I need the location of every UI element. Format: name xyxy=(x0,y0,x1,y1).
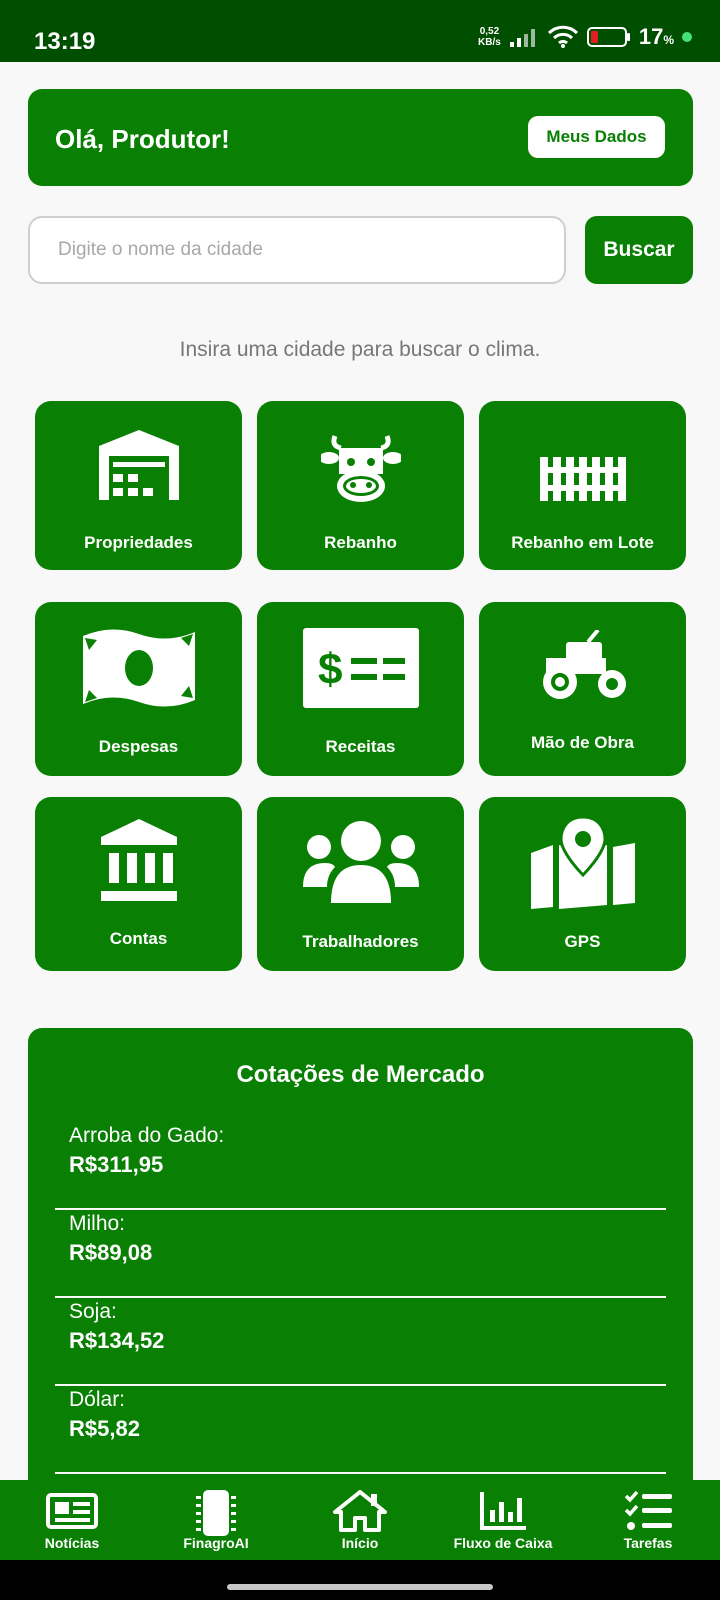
svg-text:$: $ xyxy=(318,645,342,694)
nav-label: Notícias xyxy=(44,1535,100,1551)
tile-despesas[interactable]: Despesas xyxy=(35,602,242,776)
market-title: Cotações de Mercado xyxy=(236,1061,485,1088)
quote-row: Soja: R$134,52 xyxy=(55,1298,666,1386)
tile-label: Rebanho xyxy=(324,533,397,552)
network-speed-value: 0,52 xyxy=(479,26,500,37)
tile-contas[interactable]: Contas xyxy=(35,797,242,971)
home-gesture-bar[interactable] xyxy=(227,1584,493,1590)
quote-name: Milho: xyxy=(69,1212,126,1235)
map-location-icon xyxy=(530,817,635,909)
warehouse-icon xyxy=(98,430,179,500)
city-search-input[interactable] xyxy=(28,216,566,284)
status-indicators: 0,52 KB/s 17% xyxy=(478,24,692,50)
tile-label: Despesas xyxy=(98,737,179,756)
quote-value: R$311,95 xyxy=(69,1152,164,1177)
network-speed-unit: KB/s xyxy=(478,37,501,48)
home-icon xyxy=(333,1490,387,1532)
my-data-button[interactable]: Meus Dados xyxy=(528,116,665,158)
money-check-icon: $ xyxy=(302,628,419,708)
tile-mao-de-obra[interactable]: Mão de Obra xyxy=(479,602,686,776)
tile-gps[interactable]: GPS xyxy=(479,797,686,971)
battery-percent: 17% xyxy=(639,24,674,50)
network-speed: 0,52 KB/s xyxy=(478,26,501,48)
bar-chart-icon xyxy=(480,1492,526,1530)
greeting-text: Olá, Produtor! xyxy=(55,124,230,154)
nav-item-fluxo-de-caixa[interactable]: Fluxo de Caixa xyxy=(443,1480,563,1560)
tile-label: Rebanho em Lote xyxy=(511,533,654,552)
newspaper-icon xyxy=(46,1493,98,1529)
battery-icon xyxy=(586,27,630,47)
quote-name: Dólar: xyxy=(69,1388,126,1411)
tile-receitas[interactable]: $ Receitas xyxy=(257,602,464,776)
tile-label: Contas xyxy=(109,929,168,948)
nav-item-tarefas[interactable]: Tarefas xyxy=(598,1480,698,1560)
quote-value: R$134,52 xyxy=(69,1328,165,1353)
fence-icon xyxy=(539,457,626,501)
greeting-card: Olá, Produtor! Meus Dados xyxy=(28,89,693,186)
bottom-navigation: Notícias FinagroAI Início Fluxo de Caixa… xyxy=(0,1480,720,1560)
system-gesture-area xyxy=(0,1560,720,1600)
signal-icon xyxy=(509,29,535,47)
users-icon xyxy=(302,821,419,903)
nav-item-inicio[interactable]: Início xyxy=(310,1480,410,1560)
tile-label: Propriedades xyxy=(84,533,193,552)
quote-value: R$5,82 xyxy=(69,1416,140,1441)
tractor-icon xyxy=(542,630,626,699)
nav-item-noticias[interactable]: Notícias xyxy=(22,1480,122,1560)
quote-row: Dólar: R$5,82 xyxy=(55,1386,666,1474)
market-quotes-card: Cotações de Mercado Arroba do Gado: R$31… xyxy=(28,1028,693,1480)
cow-icon xyxy=(320,435,401,502)
battery-percent-sign: % xyxy=(663,33,674,47)
quote-row: Milho: R$89,08 xyxy=(55,1210,666,1298)
nav-label: FinagroAI xyxy=(183,1535,249,1551)
quote-name: Arroba do Gado: xyxy=(69,1124,225,1147)
quote-value: R$89,08 xyxy=(69,1240,153,1265)
weather-hint: Insira uma cidade para buscar o clima. xyxy=(179,338,541,361)
wifi-icon xyxy=(547,25,578,48)
nav-item-finagroai[interactable]: FinagroAI xyxy=(166,1480,266,1560)
tile-label: GPS xyxy=(564,932,601,951)
money-bill-icon xyxy=(82,629,195,707)
nav-label: Início xyxy=(341,1535,379,1551)
privacy-dot-icon xyxy=(682,32,692,42)
tile-rebanho-em-lote[interactable]: Rebanho em Lote xyxy=(479,401,686,570)
tile-trabalhadores[interactable]: Trabalhadores xyxy=(257,797,464,971)
status-bar: 13:19 0,52 KB/s 17% xyxy=(0,0,720,62)
chip-icon xyxy=(196,1490,236,1536)
task-list-icon xyxy=(624,1490,672,1530)
nav-label: Fluxo de Caixa xyxy=(453,1535,553,1551)
tile-label: Trabalhadores xyxy=(302,932,419,951)
search-button[interactable]: Buscar xyxy=(585,216,693,284)
tile-rebanho[interactable]: Rebanho xyxy=(257,401,464,570)
main-content: Olá, Produtor! Meus Dados Buscar Insira … xyxy=(0,62,720,1480)
battery-percent-value: 17 xyxy=(638,24,664,49)
quote-name: Soja: xyxy=(69,1300,117,1323)
nav-label: Tarefas xyxy=(623,1535,673,1551)
tile-label: Mão de Obra xyxy=(531,733,634,752)
bank-icon xyxy=(100,819,177,901)
tile-propriedades[interactable]: Propriedades xyxy=(35,401,242,570)
quote-row: Arroba do Gado: R$311,95 xyxy=(55,1122,666,1210)
tile-label: Receitas xyxy=(325,737,396,756)
status-time: 13:19 xyxy=(34,28,96,55)
